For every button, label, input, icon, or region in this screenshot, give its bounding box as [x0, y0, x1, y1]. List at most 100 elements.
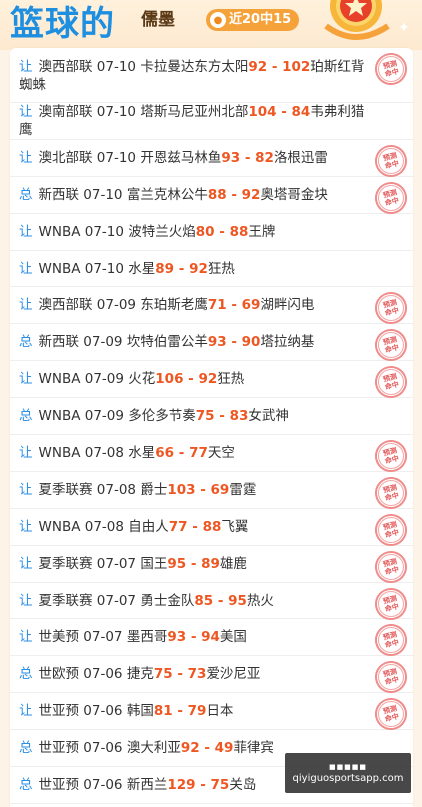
hit-stamp-inner: 预测 命中	[375, 624, 407, 657]
match-date: 07-07	[96, 555, 137, 572]
site-watermark: ■■■■■ qiyiguosportsapp.com	[285, 753, 411, 793]
bet-type: 让	[19, 149, 33, 166]
row-content: 让 WNBA 07-09 火花106 - 92狂热	[19, 370, 244, 388]
list-item[interactable]: 让夏季联赛 07-08 爵士103 - 69雷霆 预测 命中	[10, 472, 413, 513]
list-item[interactable]: 总 WNBA 07-09 多伦多节奏75 - 83女武神	[10, 398, 413, 436]
list-item[interactable]: 让澳北部联 07-10 开恩兹马林鱼93 - 82洛根迅雷 预测 命中	[10, 140, 413, 181]
bet-type: 让	[19, 481, 33, 498]
list-item[interactable]: 让夏季联赛 07-07 勇士金队85 - 95热火 预测 命中	[10, 583, 413, 623]
home-score: 92	[248, 59, 268, 75]
list-item[interactable]: 让世美预 07-07 墨西哥93 - 94美国 预测 命中	[10, 619, 413, 660]
list-item[interactable]: 让 WNBA 07-09 火花106 - 92狂热 预测 命中	[10, 361, 413, 402]
away-score: 77	[189, 444, 208, 461]
hit-stamp-icon: 预测 命中	[371, 621, 411, 660]
hit-stamp-icon: 预测 命中	[371, 141, 411, 181]
score-separator: -	[267, 59, 283, 75]
bet-type: 总	[19, 740, 33, 757]
hit-stamp-inner: 预测 命中	[375, 514, 407, 546]
list-item[interactable]: 总世欧预 07-06 捷克75 - 73爱沙尼亚 预测 命中	[10, 656, 413, 697]
away-score: 88	[229, 223, 249, 240]
bet-type: 让	[19, 297, 33, 314]
list-item[interactable]: 让澳西部联 07-09 东珀斯老鹰71 - 69湖畔闪电 预测 命中	[10, 287, 413, 328]
home-team: 塔斯马尼亚州北部	[140, 103, 249, 120]
stamp-text-2: 命中	[384, 638, 400, 650]
home-score: 93	[167, 629, 187, 646]
score-separator: -	[187, 518, 203, 535]
score-separator: -	[214, 408, 230, 425]
league-name: 澳西部联	[38, 297, 93, 314]
match-date: 07-10	[96, 59, 137, 75]
home-team: 卡拉曼达东方太阳	[140, 59, 249, 75]
page-title: 篮球的	[10, 4, 115, 44]
home-team: 开恩兹马林鱼	[140, 149, 222, 166]
hit-stamp-inner: 预测 命中	[375, 440, 407, 472]
author-name[interactable]: 儒墨	[141, 9, 175, 31]
league-name: 世亚预	[38, 776, 80, 793]
home-team: 坎特伯雷公羊	[126, 334, 208, 351]
list-item[interactable]: 让 WNBA 07-10 水星89 - 92狂热	[10, 251, 413, 288]
hit-stamp-icon: 预测 命中	[371, 694, 411, 734]
bet-type: 总	[19, 408, 33, 425]
score-separator: -	[186, 555, 202, 572]
home-team: 水星	[128, 260, 156, 277]
score-separator: -	[199, 740, 215, 757]
away-score: 95	[228, 592, 247, 609]
score-separator: -	[186, 629, 202, 646]
home-score: 66	[155, 444, 175, 461]
list-item[interactable]: 让 WNBA 07-08 自由人77 - 88飞翼 预测 命中	[10, 509, 413, 550]
stamp-text-2: 命中	[384, 712, 400, 724]
row-content: 让澳西部联 07-09 东珀斯老鹰71 - 69湖畔闪电	[19, 296, 314, 314]
list-item[interactable]: 让 WNBA 07-08 水星66 - 77天空 预测 命中	[10, 435, 413, 476]
list-item[interactable]: 总新西联 07-10 富兰克林公牛88 - 92奥塔哥金块 预测 命中	[10, 177, 413, 218]
home-team: 火花	[128, 371, 156, 388]
score-separator: -	[183, 371, 199, 388]
bet-type: 让	[19, 703, 33, 720]
row-content: 让 WNBA 07-08 水星66 - 77天空	[19, 444, 235, 462]
prediction-list: 让澳西部联 07-10 卡拉曼达东方太阳92 - 102珀斯红背蜘蛛 预测 命中让澳…	[10, 48, 413, 807]
match-date: 07-06	[83, 776, 123, 793]
bet-type: 让	[19, 260, 33, 277]
row-content: 让澳西部联 07-10 卡拉曼达东方太阳92 - 102珀斯红背蜘蛛	[19, 58, 373, 94]
score-separator: -	[172, 666, 188, 683]
list-item[interactable]: 让世亚预 07-06 韩国81 - 79日本 预测 命中	[10, 693, 413, 734]
score-separator: -	[240, 149, 256, 166]
watermark-top-text: ■■■■■	[328, 763, 368, 771]
match-date: 07-10	[84, 223, 124, 240]
match-date: 07-10	[84, 260, 124, 277]
away-team: 美国	[219, 629, 247, 646]
row-content: 让 WNBA 07-10 水星89 - 92狂热	[19, 260, 235, 278]
home-score: 77	[168, 518, 188, 535]
score-separator: -	[226, 186, 242, 203]
league-name: WNBA	[38, 223, 81, 240]
hit-stamp-icon: 预测 命中	[371, 289, 411, 328]
away-team: 飞翼	[221, 518, 249, 535]
home-score: 92	[180, 740, 200, 757]
match-date: 07-08	[96, 481, 137, 498]
match-date: 07-09	[83, 334, 123, 351]
row-content: 让夏季联赛 07-07 国王95 - 89雄鹿	[19, 555, 247, 573]
home-team: 勇士金队	[140, 592, 195, 609]
league-name: 世亚预	[38, 703, 80, 720]
list-item[interactable]: 让澳西部联 07-10 卡拉曼达东方太阳92 - 102珀斯红背蜘蛛 预测 命中	[10, 48, 413, 103]
match-date: 07-06	[83, 703, 123, 720]
stamp-text-2: 命中	[384, 675, 400, 687]
list-item[interactable]: 让夏季联赛 07-07 国王95 - 89雄鹿 预测 命中	[10, 546, 413, 587]
away-score: 73	[187, 666, 207, 683]
list-item[interactable]: 让澳南部联 07-10 塔斯马尼亚州北部104 - 84韦弗利猎鹰	[10, 103, 413, 140]
list-item[interactable]: 让 WNBA 07-10 波特兰火焰80 - 88王牌	[10, 214, 413, 251]
away-score: 92	[241, 186, 261, 203]
list-item[interactable]: 总新西联 07-09 坎特伯雷公羊93 - 90塔拉纳基 预测 命中	[10, 324, 413, 365]
score-separator: -	[213, 592, 229, 609]
match-date: 07-07	[96, 592, 137, 609]
league-name: 新西联	[38, 334, 80, 351]
bet-type: 让	[19, 555, 33, 572]
bet-type: 总	[19, 334, 33, 351]
home-score: 75	[153, 666, 173, 683]
score-separator: -	[214, 223, 230, 240]
hit-stamp-icon: 预测 命中	[371, 436, 411, 476]
row-content: 让 WNBA 07-08 自由人77 - 88飞翼	[19, 518, 248, 536]
stamp-text-2: 命中	[384, 67, 400, 79]
stamp-text-2: 命中	[384, 454, 400, 466]
home-team: 东珀斯老鹰	[140, 297, 208, 314]
away-team: 狂热	[207, 260, 235, 277]
